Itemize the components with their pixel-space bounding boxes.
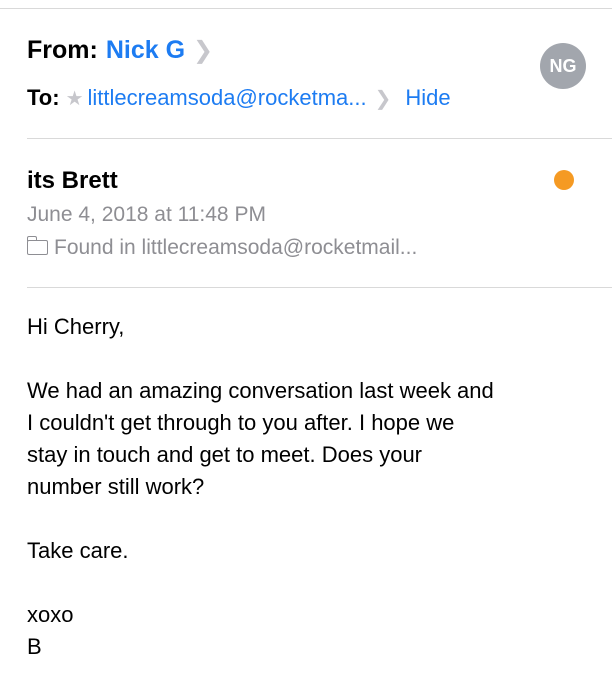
folder-icon <box>26 236 48 255</box>
body-line: I couldn't get through to you after. I h… <box>27 410 455 435</box>
greeting: Hi Cherry, <box>27 314 125 339</box>
subject: its Brett <box>27 167 118 194</box>
to-row: To: ★ littlecreamsoda@rocketma... ❯ Hide <box>27 84 451 113</box>
signature: B <box>27 634 42 659</box>
body-line: number still work? <box>27 474 205 499</box>
body-divider <box>27 287 612 288</box>
signoff: xoxo <box>27 602 74 627</box>
top-divider <box>0 8 612 9</box>
sender-name[interactable]: Nick G <box>106 36 185 64</box>
closing: Take care. <box>27 538 129 563</box>
star-icon: ★ <box>65 88 84 110</box>
hide-button[interactable]: Hide <box>405 85 450 110</box>
unread-dot-icon[interactable] <box>554 170 574 190</box>
chevron-right-icon[interactable]: ❯ <box>193 37 213 64</box>
avatar[interactable]: NG <box>540 43 586 89</box>
header-divider <box>27 138 612 139</box>
body-line: stay in touch and get to meet. Does your <box>27 442 423 467</box>
body-line: We had an amazing conversation last week… <box>27 378 494 403</box>
from-label: From: <box>27 36 98 64</box>
found-in-row[interactable]: Found in littlecreamsoda@rocketmail... <box>26 234 418 262</box>
from-row: From: Nick G ❯ <box>27 35 213 66</box>
to-label: To: <box>27 85 60 110</box>
message-body: Hi Cherry, We had an amazing conversatio… <box>27 311 597 663</box>
message-date: June 4, 2018 at 11:48 PM <box>27 203 266 226</box>
recipient-address[interactable]: littlecreamsoda@rocketma... <box>88 85 367 110</box>
chevron-right-icon[interactable]: ❯ <box>375 88 392 110</box>
found-in-text: Found in littlecreamsoda@rocketmail... <box>54 236 418 259</box>
